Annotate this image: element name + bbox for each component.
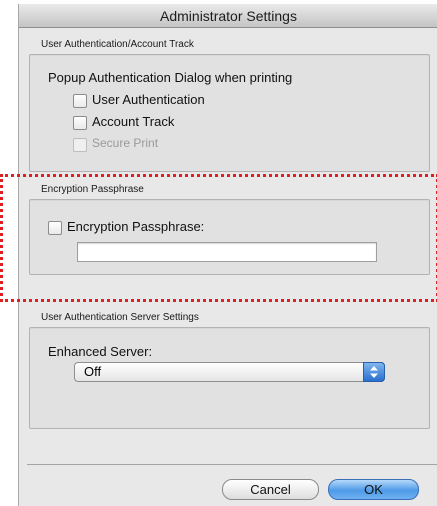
account-track-checkbox[interactable]	[73, 116, 87, 130]
enhanced-server-popup[interactable]: Off	[74, 362, 385, 382]
section-label-user-auth: User Authentication/Account Track	[41, 39, 194, 50]
section-label-server-settings: User Authentication Server Settings	[41, 312, 199, 323]
highlight-annotation-box	[0, 174, 437, 302]
secure-print-label: Secure Print	[92, 136, 159, 150]
account-track-label: Account Track	[92, 114, 175, 129]
enhanced-server-selected-value: Off	[84, 364, 102, 379]
ok-button[interactable]: OK	[328, 479, 419, 500]
cancel-button[interactable]: Cancel	[222, 479, 319, 500]
secure-print-checkbox	[73, 138, 87, 152]
title-bar[interactable]: Administrator Settings	[19, 4, 437, 28]
user-auth-group: Popup Authentication Dialog when printin…	[29, 54, 430, 172]
user-authentication-label: User Authentication	[92, 92, 205, 107]
bottom-separator	[27, 464, 437, 465]
enhanced-server-label: Enhanced Server:	[48, 344, 153, 359]
server-settings-group: Enhanced Server: Off	[29, 327, 430, 429]
popup-arrows-icon	[363, 362, 385, 382]
user-authentication-checkbox[interactable]	[73, 94, 87, 108]
popup-auth-heading: Popup Authentication Dialog when printin…	[48, 70, 293, 85]
window-title: Administrator Settings	[160, 8, 297, 24]
